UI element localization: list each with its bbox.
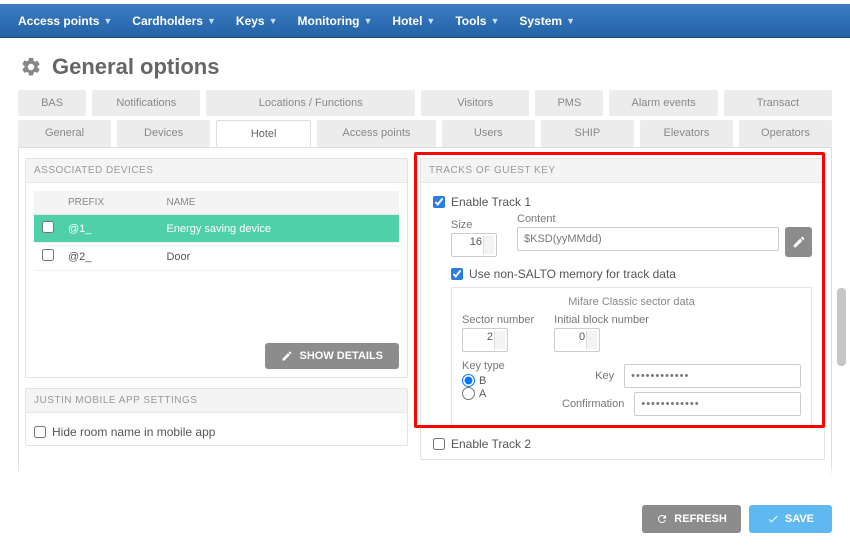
initblock-stepper[interactable]: 0▲▼ — [554, 328, 600, 352]
nav-keys[interactable]: Keys▼ — [226, 4, 288, 37]
nav-cardholders[interactable]: Cardholders▼ — [122, 4, 226, 37]
tab-elevators[interactable]: Elevators — [640, 120, 733, 147]
chevron-down-icon: ▼ — [207, 16, 216, 26]
confirmation-input[interactable] — [634, 392, 801, 416]
chevron-down-icon: ▼ — [364, 16, 373, 26]
tab-pms[interactable]: PMS — [535, 90, 603, 116]
chevron-down-icon: ▼ — [426, 16, 435, 26]
hide-room-option[interactable]: Hide room name in mobile app — [34, 425, 399, 439]
nav-access-points[interactable]: Access points▼ — [8, 4, 122, 37]
enable-track2[interactable]: Enable Track 2 — [433, 437, 812, 451]
size-label: Size — [451, 219, 507, 231]
keytype-label: Key type — [462, 360, 542, 372]
chevron-down-icon: ▼ — [269, 16, 278, 26]
tab-general[interactable]: General — [18, 120, 111, 147]
table-row[interactable]: @2_ Door — [34, 243, 399, 271]
key-label: Key — [562, 370, 614, 382]
page-title: General options — [52, 54, 219, 80]
pencil-icon — [281, 350, 293, 362]
refresh-icon — [656, 513, 668, 525]
content-label: Content — [517, 213, 812, 225]
chevron-down-icon: ▼ — [103, 16, 112, 26]
col-prefix[interactable]: PREFIX — [62, 191, 160, 215]
show-details-button[interactable]: SHOW DETAILS — [265, 343, 399, 369]
save-button[interactable]: SAVE — [749, 505, 832, 533]
tab-transact[interactable]: Transact — [724, 90, 832, 116]
chevron-down-icon: ▼ — [566, 16, 575, 26]
content-input[interactable] — [517, 227, 779, 251]
initblock-label: Initial block number — [554, 314, 649, 326]
enable-track2-checkbox[interactable] — [433, 438, 445, 450]
top-navbar: Access points▼ Cardholders▼ Keys▼ Monito… — [0, 4, 850, 38]
scrollbar[interactable] — [837, 288, 846, 366]
tab-visitors[interactable]: Visitors — [421, 90, 529, 116]
pencil-icon — [792, 235, 806, 249]
tab-notifications[interactable]: Notifications — [92, 90, 200, 116]
tab-devices[interactable]: Devices — [117, 120, 210, 147]
tab-alarm[interactable]: Alarm events — [609, 90, 717, 116]
tab-ship[interactable]: SHIP — [541, 120, 634, 147]
size-stepper[interactable]: 16▲▼ — [451, 233, 497, 257]
check-icon — [767, 513, 779, 525]
use-nonsalto-checkbox[interactable] — [451, 268, 463, 280]
keytype-b[interactable]: B — [462, 374, 542, 387]
enable-track1[interactable]: Enable Track 1 — [433, 195, 812, 209]
nav-system[interactable]: System▼ — [509, 4, 585, 37]
tab-hotel[interactable]: Hotel — [216, 120, 311, 147]
edit-content-button[interactable] — [785, 227, 812, 257]
row-checkbox[interactable] — [42, 249, 54, 261]
use-nonsalto[interactable]: Use non-SALTO memory for track data — [451, 267, 812, 281]
enable-track1-checkbox[interactable] — [433, 196, 445, 208]
tab-bas[interactable]: BAS — [18, 90, 86, 116]
associated-devices-panel: ASSOCIATED DEVICES PREFIX NAME @1_ — [25, 158, 408, 378]
table-row[interactable]: @1_ Energy saving device — [34, 215, 399, 243]
key-input[interactable] — [624, 364, 801, 388]
gear-icon — [20, 56, 42, 78]
chevron-down-icon: ▼ — [490, 16, 499, 26]
tab-operators[interactable]: Operators — [739, 120, 832, 147]
page-header: General options — [0, 38, 850, 90]
nav-tools[interactable]: Tools▼ — [445, 4, 509, 37]
tabs-primary: BAS Notifications Locations / Functions … — [18, 90, 832, 116]
col-name[interactable]: NAME — [160, 191, 399, 215]
keytype-a[interactable]: A — [462, 387, 542, 400]
panel-title: JUSTIN MOBILE APP SETTINGS — [26, 389, 407, 413]
sector-stepper[interactable]: 2▲▼ — [462, 328, 508, 352]
panel-title: ASSOCIATED DEVICES — [26, 159, 407, 183]
mifare-title: Mifare Classic sector data — [462, 296, 801, 308]
nav-hotel[interactable]: Hotel▼ — [382, 4, 445, 37]
nav-monitoring[interactable]: Monitoring▼ — [288, 4, 383, 37]
row-checkbox[interactable] — [42, 221, 54, 233]
panel-title: TRACKS OF GUEST KEY — [421, 159, 824, 183]
refresh-button[interactable]: REFRESH — [642, 505, 741, 533]
sector-label: Sector number — [462, 314, 534, 326]
tab-accesspoints[interactable]: Access points — [317, 120, 436, 147]
devices-table: PREFIX NAME @1_ Energy saving device — [34, 191, 399, 331]
hide-room-checkbox[interactable] — [34, 426, 46, 438]
tabs-secondary: General Devices Hotel Access points User… — [18, 120, 832, 147]
tracks-panel: TRACKS OF GUEST KEY Enable Track 1 Size … — [420, 158, 825, 460]
confirmation-label: Confirmation — [562, 398, 624, 410]
tab-locations[interactable]: Locations / Functions — [206, 90, 415, 116]
tab-users[interactable]: Users — [442, 120, 535, 147]
mifare-box: Mifare Classic sector data Sector number… — [451, 287, 812, 427]
justin-panel: JUSTIN MOBILE APP SETTINGS Hide room nam… — [25, 388, 408, 446]
